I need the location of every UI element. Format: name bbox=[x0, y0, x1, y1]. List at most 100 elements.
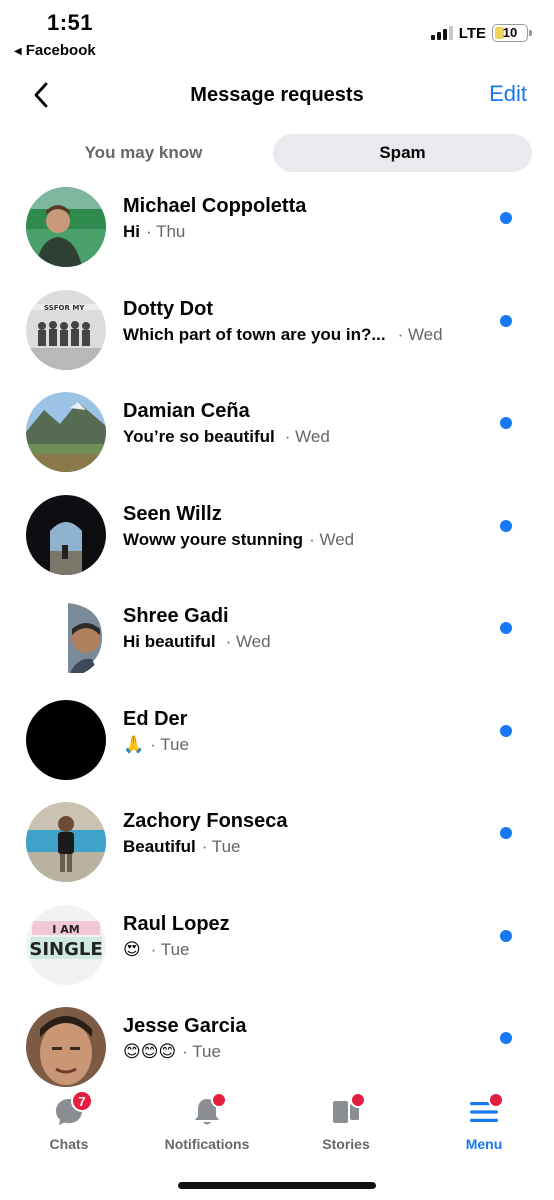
message-preview: 😊😊😊 · Tue bbox=[123, 1042, 221, 1062]
nav-chats[interactable]: 7 Chats bbox=[14, 1088, 124, 1163]
message-text: Hi beautiful bbox=[123, 632, 216, 651]
nav-notifications[interactable]: Notifications bbox=[152, 1088, 262, 1163]
message-request-row[interactable]: Michael Coppoletta Hi · Thu bbox=[0, 180, 554, 283]
message-time: · Wed bbox=[225, 632, 271, 651]
message-preview: Woww youre stunning · Wed bbox=[123, 530, 354, 550]
status-bar: 1:51 ◀ Facebook LTE 10 bbox=[0, 0, 554, 66]
back-app-label: Facebook bbox=[25, 42, 96, 59]
message-request-row[interactable]: Ed Der 🙏 · Tue bbox=[0, 693, 554, 796]
message-time: · Thu bbox=[146, 222, 186, 241]
unread-dot bbox=[500, 519, 512, 532]
hamburger-menu-icon bbox=[464, 1092, 504, 1130]
avatar bbox=[26, 494, 106, 575]
tab-spam[interactable]: Spam bbox=[273, 134, 532, 172]
avatar bbox=[26, 1007, 106, 1087]
nav-label: Menu bbox=[465, 1136, 503, 1152]
message-time: · Tue bbox=[150, 939, 190, 959]
message-text: Hi bbox=[123, 222, 140, 241]
unread-dot bbox=[500, 622, 512, 634]
avatar bbox=[26, 392, 106, 472]
sender-name: Seen Willz bbox=[123, 502, 222, 525]
message-preview: Beautiful · Tue bbox=[123, 837, 240, 857]
signal-icon bbox=[430, 26, 453, 40]
avatar bbox=[26, 699, 106, 780]
message-preview: Hi beautiful · Wed bbox=[123, 632, 271, 652]
message-text: You’re so beautiful bbox=[123, 427, 275, 446]
status-indicators: LTE 10 bbox=[430, 24, 532, 42]
message-text: Woww youre stunning bbox=[123, 529, 304, 549]
nav-stories[interactable]: Stories bbox=[291, 1088, 401, 1163]
avatar bbox=[26, 187, 106, 267]
sender-name: Raul Lopez bbox=[123, 912, 230, 935]
status-time: 1:51 bbox=[47, 10, 94, 35]
message-request-list: Michael Coppoletta Hi · Thu SSFOR MY Dot… bbox=[0, 180, 554, 1103]
message-text: 😍 bbox=[123, 939, 141, 959]
nav-label: Chats bbox=[49, 1136, 89, 1152]
notifications-dot bbox=[211, 1092, 227, 1108]
sender-name: Jesse Garcia bbox=[123, 1015, 247, 1037]
sender-name: Shree Gadi bbox=[123, 605, 229, 627]
back-to-app-link[interactable]: ◀ Facebook bbox=[14, 42, 96, 59]
unread-dot bbox=[500, 1032, 512, 1044]
avatar: I AM SINGLE bbox=[26, 904, 106, 985]
unread-dot bbox=[500, 212, 512, 224]
message-text: Which part of town are you in?... bbox=[123, 324, 386, 344]
message-preview: Which part of town are you in?... · Wed bbox=[123, 325, 443, 345]
message-request-row[interactable]: SSFOR MY Dotty Dot Which part of town ar… bbox=[0, 283, 554, 386]
avatar-line2-text: SINGLE bbox=[29, 939, 102, 960]
nav-menu[interactable]: Menu bbox=[429, 1088, 539, 1163]
chat-bubble-icon: 7 bbox=[49, 1090, 93, 1130]
sender-name: Zachory Fonseca bbox=[123, 810, 288, 832]
unread-dot bbox=[500, 314, 512, 327]
request-tabs: You may know Spam bbox=[14, 134, 532, 172]
battery-icon: 10 bbox=[492, 24, 532, 42]
message-time: · Wed bbox=[309, 529, 355, 549]
message-text: Beautiful bbox=[123, 837, 196, 856]
message-time: · Tue bbox=[201, 837, 241, 856]
sender-name: Dotty Dot bbox=[123, 297, 213, 320]
message-preview: You’re so beautiful · Wed bbox=[123, 427, 330, 447]
message-time: · Tue bbox=[150, 734, 189, 754]
stories-dot bbox=[350, 1092, 366, 1108]
message-time: · Wed bbox=[397, 324, 443, 344]
tab-you-may-know[interactable]: You may know bbox=[14, 134, 273, 172]
nav-label: Stories bbox=[322, 1136, 370, 1152]
unread-dot bbox=[500, 929, 512, 942]
message-preview: 😍 · Tue bbox=[123, 940, 189, 960]
avatar: SSFOR MY bbox=[26, 289, 106, 370]
avatar bbox=[26, 597, 106, 677]
message-time: · Wed bbox=[284, 427, 330, 446]
message-preview: 🙏 · Tue bbox=[123, 735, 189, 755]
page-title: Message requests bbox=[190, 84, 364, 106]
avatar bbox=[26, 802, 106, 882]
stories-icon bbox=[326, 1092, 366, 1130]
unread-dot bbox=[500, 827, 512, 839]
message-time: · Tue bbox=[182, 1042, 221, 1061]
bell-icon bbox=[187, 1092, 227, 1130]
message-request-row[interactable]: I AM SINGLE Raul Lopez 😍 · Tue bbox=[0, 898, 554, 1001]
message-text: 😊😊😊 bbox=[123, 1042, 177, 1061]
back-triangle-icon: ◀ bbox=[14, 46, 22, 57]
avatar-line1-text: I AM bbox=[52, 923, 79, 936]
header: Message requests Edit bbox=[0, 70, 554, 122]
message-request-row[interactable]: Zachory Fonseca Beautiful · Tue bbox=[0, 795, 554, 898]
bottom-nav: 7 Chats Notifications Stories Menu bbox=[0, 1088, 554, 1163]
message-request-row[interactable]: Shree Gadi Hi beautiful · Wed bbox=[0, 590, 554, 693]
message-request-row[interactable]: Seen Willz Woww youre stunning · Wed bbox=[0, 488, 554, 591]
message-text: 🙏 bbox=[123, 734, 145, 754]
sender-name: Michael Coppoletta bbox=[123, 195, 307, 217]
nav-label: Notifications bbox=[164, 1136, 250, 1152]
network-type: LTE bbox=[458, 24, 486, 42]
message-preview: Hi · Thu bbox=[123, 222, 185, 242]
menu-dot bbox=[488, 1092, 504, 1108]
chats-badge: 7 bbox=[71, 1090, 93, 1112]
battery-level: 10 bbox=[502, 25, 518, 40]
home-indicator bbox=[178, 1182, 376, 1189]
edit-button[interactable]: Edit bbox=[489, 81, 527, 107]
unread-dot bbox=[500, 417, 512, 429]
unread-dot bbox=[500, 724, 512, 737]
sender-name: Ed Der bbox=[123, 707, 188, 730]
avatar-banner-text: SSFOR MY bbox=[44, 304, 85, 312]
message-request-row[interactable]: Damian Ceña You’re so beautiful · Wed bbox=[0, 385, 554, 488]
sender-name: Damian Ceña bbox=[123, 400, 250, 422]
